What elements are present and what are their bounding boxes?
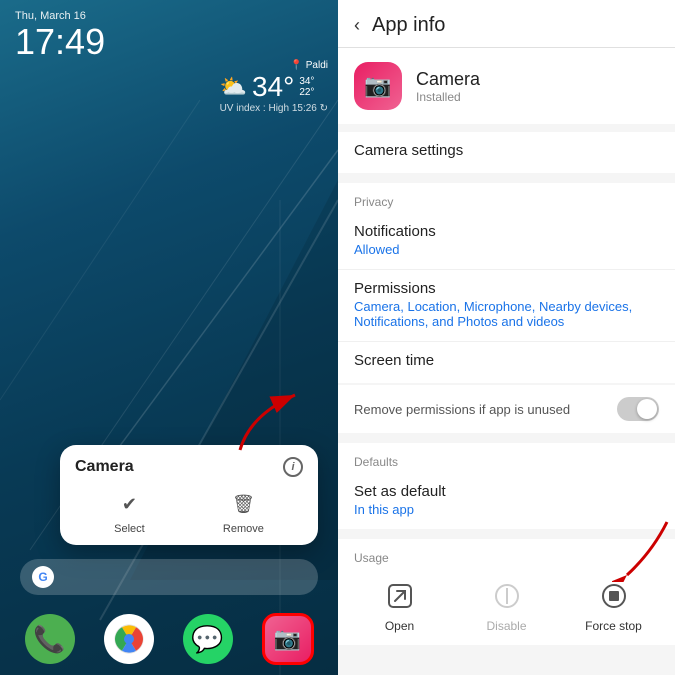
app-info-card: 📷 Camera Installed [338, 48, 675, 124]
select-action[interactable]: ✔ Select [114, 489, 145, 535]
disable-label: Disable [486, 619, 526, 633]
defaults-label: Defaults [338, 443, 675, 473]
weather-widget: 📍 Paldi ⛅ 34° 34° 22° UV index : High 15… [220, 60, 328, 114]
remove-permissions-toggle-row: Remove permissions if app is unused [338, 385, 675, 433]
permissions-sub: Camera, Location, Microphone, Nearby dev… [354, 299, 659, 329]
notifications-item[interactable]: Notifications Allowed [338, 213, 675, 270]
bottom-dock: 📞 💬 📷 [10, 613, 328, 665]
open-button[interactable]: Open [346, 577, 453, 633]
dock-camera[interactable]: 📷 [262, 613, 314, 665]
permissions-title: Permissions [354, 280, 659, 297]
usage-actions-row: Open Disable Force stop [338, 573, 675, 641]
camera-popup-actions: ✔ Select 🗑 Remove [75, 489, 303, 535]
notifications-title: Notifications [354, 223, 659, 240]
remove-permissions-toggle[interactable] [617, 397, 659, 421]
usage-label: Usage [338, 547, 675, 573]
status-bar: Thu, March 16 17:49 [15, 10, 323, 62]
disable-icon [488, 577, 526, 615]
usage-section: Usage Open Di [338, 539, 675, 645]
set-as-default-title: Set as default [354, 483, 659, 500]
set-as-default-sub: In this app [354, 502, 659, 517]
app-status: Installed [416, 90, 480, 104]
app-identity: Camera Installed [416, 69, 480, 104]
force-stop-label: Force stop [585, 619, 642, 633]
open-icon [381, 577, 419, 615]
open-label: Open [385, 619, 414, 633]
remove-permissions-label: Remove permissions if app is unused [354, 402, 617, 417]
camera-settings-title: Camera settings [354, 142, 659, 159]
weather-minmax: 34° 22° [299, 76, 314, 98]
camera-settings-section: Camera settings [338, 132, 675, 173]
back-button[interactable]: ‹ [354, 15, 360, 36]
status-time: 17:49 [15, 22, 323, 62]
pin-icon: 📍 [290, 60, 302, 71]
force-stop-button[interactable]: Force stop [560, 577, 667, 633]
dock-chrome[interactable] [104, 614, 154, 664]
camera-popup: Camera i ✔ Select 🗑 Remove [60, 445, 318, 545]
info-icon[interactable]: i [283, 457, 303, 477]
weather-uv: UV index : High 15:26 ↻ [220, 103, 328, 114]
privacy-section: Privacy Notifications Allowed Permission… [338, 183, 675, 383]
dock-phone[interactable]: 📞 [25, 614, 75, 664]
set-as-default-item[interactable]: Set as default In this app [338, 473, 675, 529]
notifications-sub: Allowed [354, 242, 659, 257]
weather-icon: ⛅ [220, 74, 247, 100]
camera-settings-item[interactable]: Camera settings [338, 132, 675, 173]
search-bar[interactable]: G [20, 559, 318, 595]
weather-location: 📍 Paldi [220, 60, 328, 71]
weather-temp: 34° [252, 71, 294, 103]
permissions-item[interactable]: Permissions Camera, Location, Microphone… [338, 270, 675, 342]
app-name: Camera [416, 69, 480, 90]
google-icon: G [32, 566, 54, 588]
dock-whatsapp[interactable]: 💬 [183, 614, 233, 664]
app-logo: 📷 [354, 62, 402, 110]
weather-temp-row: ⛅ 34° 34° 22° [220, 71, 328, 103]
app-info-header: ‹ App info [338, 0, 675, 48]
remove-permissions-section: Remove permissions if app is unused [338, 385, 675, 433]
phone-screen: Thu, March 16 17:49 📍 Paldi ⛅ 34° 34° 22… [0, 0, 338, 675]
screen-time-item[interactable]: Screen time [338, 342, 675, 383]
status-date: Thu, March 16 [15, 10, 323, 22]
remove-action[interactable]: 🗑 Remove [223, 489, 264, 535]
select-icon: ✔ [114, 489, 144, 519]
privacy-label: Privacy [338, 183, 675, 213]
camera-popup-header: Camera i [75, 457, 303, 477]
defaults-section: Defaults Set as default In this app [338, 443, 675, 529]
screen-time-title: Screen time [354, 352, 659, 369]
page-title: App info [372, 14, 445, 37]
force-stop-icon [595, 577, 633, 615]
disable-button: Disable [453, 577, 560, 633]
app-info-panel: ‹ App info 📷 Camera Installed Camera set… [338, 0, 675, 675]
remove-icon: 🗑 [228, 489, 258, 519]
camera-popup-title: Camera [75, 458, 134, 476]
toggle-knob [637, 399, 657, 419]
